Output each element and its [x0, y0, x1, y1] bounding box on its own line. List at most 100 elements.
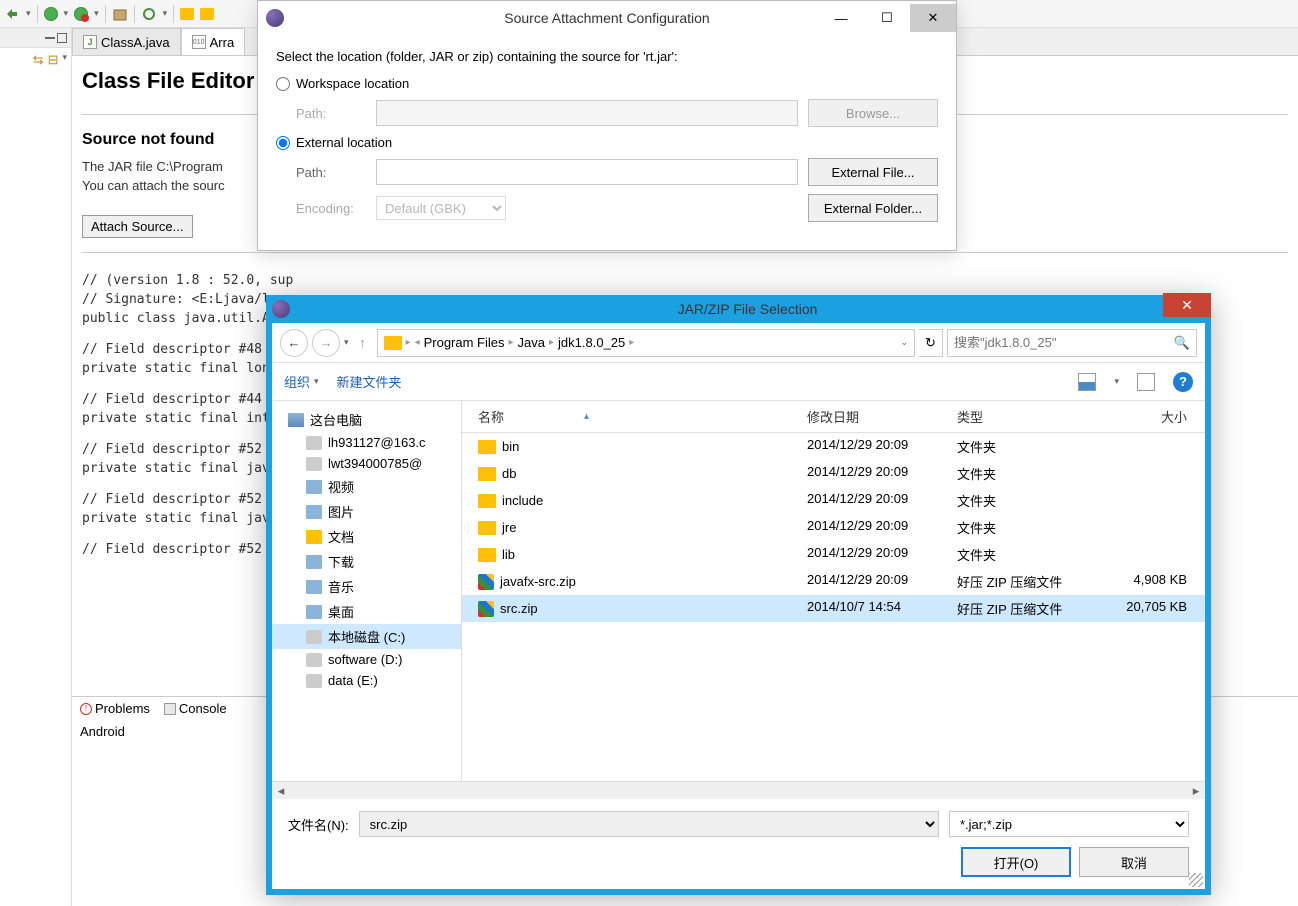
link-icon[interactable]: ⇆	[33, 52, 44, 68]
tree-label: 本地磁盘 (C:)	[328, 627, 405, 646]
external-path-input[interactable]	[376, 159, 798, 185]
collapse-icon[interactable]: ⊟	[48, 52, 59, 68]
folder-icon[interactable]	[180, 8, 194, 20]
tree-item[interactable]: lwt394000785@	[272, 453, 461, 474]
tree-item-drive-d[interactable]: software (D:)	[272, 649, 461, 670]
dropdown-icon[interactable]: ▾	[163, 8, 168, 19]
chevron-left-icon[interactable]: ◂	[415, 337, 420, 348]
search-icon[interactable]: 🔍	[1174, 335, 1190, 351]
breadcrumb-item[interactable]: Java	[518, 335, 545, 350]
tree-item-drive-e[interactable]: data (E:)	[272, 670, 461, 691]
file-size	[1107, 464, 1197, 483]
tree-item-drive-c[interactable]: 本地磁盘 (C:)	[272, 624, 461, 649]
breadcrumb-item[interactable]: Program Files	[424, 335, 505, 350]
workspace-location-radio[interactable]	[276, 77, 290, 91]
breadcrumb[interactable]: ▸ ◂ Program Files ▸ Java ▸ jdk1.8.0_25 ▸…	[377, 329, 915, 357]
debug-icon[interactable]	[4, 6, 20, 22]
tree-label: data (E:)	[328, 673, 378, 688]
forward-button[interactable]: →	[312, 329, 340, 357]
column-date[interactable]: 修改日期	[807, 407, 957, 426]
breadcrumb-item[interactable]: jdk1.8.0_25	[558, 335, 625, 350]
tree-item[interactable]: 音乐	[272, 574, 461, 599]
preview-pane-icon[interactable]	[1137, 373, 1155, 391]
close-button[interactable]: ✕	[910, 4, 956, 32]
tree-item[interactable]: lh931127@163.c	[272, 432, 461, 453]
search-input[interactable]	[954, 335, 1174, 350]
resize-grip[interactable]	[1189, 873, 1203, 887]
file-row[interactable]: jre2014/12/29 20:09文件夹	[462, 514, 1205, 541]
file-row[interactable]: javafx-src.zip2014/12/29 20:09好压 ZIP 压缩文…	[462, 568, 1205, 595]
tree-label: 视频	[328, 477, 354, 496]
file-size	[1107, 518, 1197, 537]
restore-icon[interactable]	[57, 33, 67, 43]
minimize-icon[interactable]	[45, 37, 55, 39]
tab-arra[interactable]: 010 Arra	[181, 28, 246, 55]
tab-console[interactable]: Console	[158, 699, 233, 718]
column-name[interactable]: 名称▴	[470, 407, 807, 426]
tree-item[interactable]: 下载	[272, 549, 461, 574]
dialog-titlebar[interactable]: Source Attachment Configuration — ☐ ✕	[258, 1, 956, 35]
maximize-button[interactable]: ☐	[864, 4, 910, 32]
help-icon[interactable]: ?	[1173, 372, 1193, 392]
up-button[interactable]: ↑	[353, 333, 373, 353]
filename-input[interactable]: src.zip	[359, 811, 939, 837]
tab-label: ClassA.java	[101, 35, 170, 50]
history-dropdown[interactable]: ▾	[344, 337, 349, 348]
external-file-button[interactable]: External File...	[808, 158, 938, 186]
file-row[interactable]: include2014/12/29 20:09文件夹	[462, 487, 1205, 514]
external-folder-button[interactable]: External Folder...	[808, 194, 938, 222]
tree-item[interactable]: 视频	[272, 474, 461, 499]
scroll-left-icon[interactable]: ◂	[272, 782, 290, 800]
refresh-icon[interactable]	[141, 6, 157, 22]
tree-computer[interactable]: 这台电脑	[272, 407, 461, 432]
chevron-right-icon[interactable]: ▸	[509, 337, 514, 348]
file-row[interactable]: src.zip2014/10/7 14:54好压 ZIP 压缩文件20,705 …	[462, 595, 1205, 622]
chevron-right-icon[interactable]: ▸	[629, 337, 634, 348]
column-type[interactable]: 类型	[957, 407, 1107, 426]
run-icon[interactable]	[44, 7, 58, 21]
dialog-titlebar[interactable]: JAR/ZIP File Selection ✕	[266, 295, 1211, 323]
attach-source-button[interactable]: Attach Source...	[82, 215, 193, 238]
minimize-button[interactable]: —	[818, 4, 864, 32]
tab-classa[interactable]: J ClassA.java	[72, 28, 181, 55]
search-box[interactable]: 🔍	[947, 329, 1197, 357]
view-options-icon[interactable]	[1078, 373, 1096, 391]
tree-panel[interactable]: 这台电脑 lh931127@163.c lwt394000785@ 视频 图片 …	[272, 401, 462, 781]
file-row[interactable]: bin2014/12/29 20:09文件夹	[462, 433, 1205, 460]
close-button[interactable]: ✕	[1163, 293, 1211, 317]
file-row[interactable]: lib2014/12/29 20:09文件夹	[462, 541, 1205, 568]
file-list[interactable]: bin2014/12/29 20:09文件夹db2014/12/29 20:09…	[462, 433, 1205, 781]
external-location-radio[interactable]	[276, 136, 290, 150]
tree-item[interactable]: 图片	[272, 499, 461, 524]
breadcrumb-dropdown[interactable]: ⌄	[900, 337, 908, 348]
file-type: 文件夹	[957, 464, 1107, 483]
window-buttons: — ☐ ✕	[818, 4, 956, 32]
tab-problems[interactable]: ! Problems	[74, 699, 156, 718]
open-button[interactable]: 打开(O)	[961, 847, 1071, 877]
chevron-right-icon[interactable]: ▸	[549, 337, 554, 348]
file-name-text: db	[502, 466, 516, 481]
folder-icon[interactable]	[200, 8, 214, 20]
back-button[interactable]: ←	[280, 329, 308, 357]
file-row[interactable]: db2014/12/29 20:09文件夹	[462, 460, 1205, 487]
dropdown-icon[interactable]: ▾	[1114, 376, 1119, 387]
dropdown-icon[interactable]: ▾	[94, 8, 99, 19]
column-size[interactable]: 大小	[1107, 407, 1197, 426]
dropdown-icon[interactable]: ▾	[26, 8, 31, 19]
refresh-button[interactable]: ↻	[919, 329, 943, 357]
organize-menu[interactable]: 组织 ▾	[284, 372, 319, 391]
dropdown-icon[interactable]: ▾	[64, 8, 69, 19]
dropdown-icon[interactable]: ▾	[62, 52, 67, 68]
tree-item[interactable]: 文档	[272, 524, 461, 549]
new-folder-button[interactable]: 新建文件夹	[337, 372, 402, 391]
class-file-icon: 010	[192, 35, 206, 49]
package-icon[interactable]	[112, 6, 128, 22]
music-icon	[306, 580, 322, 594]
cancel-button[interactable]: 取消	[1079, 847, 1189, 877]
tree-item[interactable]: 桌面	[272, 599, 461, 624]
run-icon[interactable]	[74, 7, 88, 21]
file-filter-select[interactable]: *.jar;*.zip	[949, 811, 1189, 837]
horizontal-scrollbar[interactable]: ◂ ▸	[272, 781, 1205, 799]
scroll-right-icon[interactable]: ▸	[1187, 782, 1205, 800]
tree-label: lh931127@163.c	[328, 435, 426, 450]
